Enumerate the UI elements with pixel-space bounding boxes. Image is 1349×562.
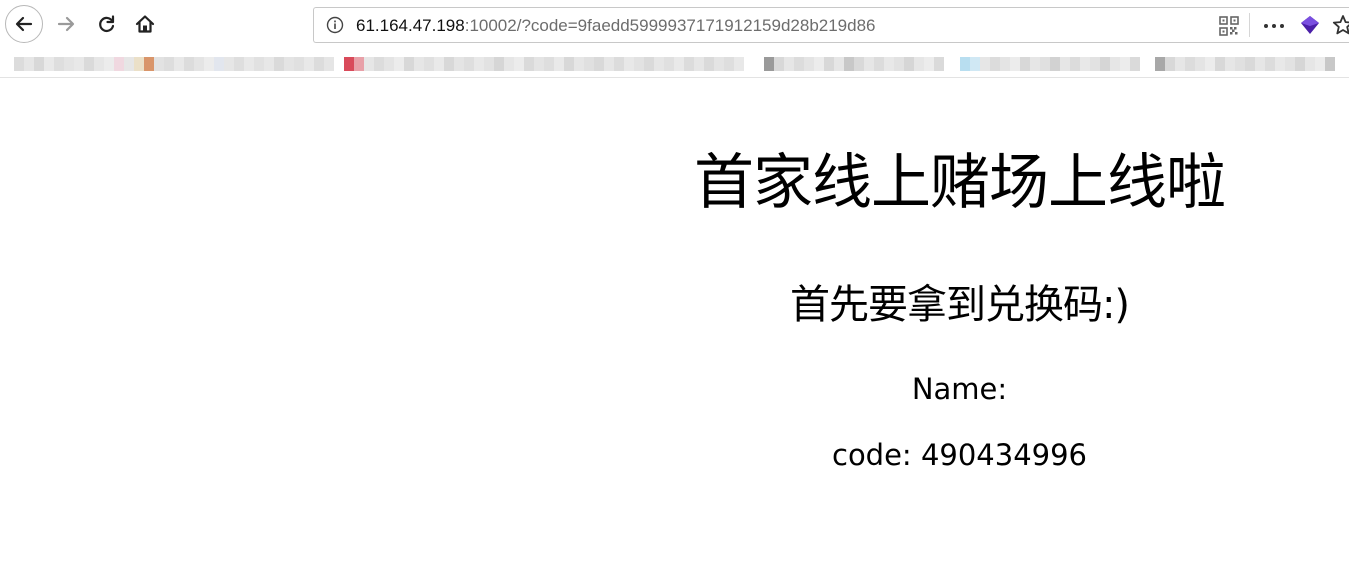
qr-code-icon[interactable] bbox=[1219, 16, 1239, 36]
extension-icon[interactable] bbox=[1299, 14, 1321, 36]
back-button[interactable] bbox=[5, 5, 43, 43]
url-host: 61.164.47.198 bbox=[356, 16, 465, 35]
page-title: 首家线上赌场上线啦 bbox=[694, 148, 1226, 218]
code-label: code: bbox=[832, 438, 912, 472]
browser-toolbar: 61.164.47.198:10002/?code=9faedd59999371… bbox=[0, 0, 1349, 48]
bookmark-item[interactable] bbox=[344, 57, 744, 71]
more-dots-icon[interactable] bbox=[1262, 16, 1286, 36]
code-value: 490434996 bbox=[920, 438, 1087, 472]
star-icon[interactable] bbox=[1332, 14, 1349, 36]
bookmarks-toolbar bbox=[0, 48, 1349, 78]
info-icon[interactable] bbox=[326, 16, 344, 34]
back-arrow-icon bbox=[15, 16, 33, 32]
url-path: :10002/?code=9faedd5999937171912159d28b2… bbox=[464, 16, 876, 35]
bookmark-item[interactable] bbox=[1155, 57, 1335, 71]
name-line: Name: bbox=[570, 371, 1349, 407]
url-bar-divider bbox=[1249, 13, 1250, 37]
bookmark-item[interactable] bbox=[764, 57, 944, 71]
bookmark-item[interactable] bbox=[960, 57, 1140, 71]
home-icon bbox=[135, 15, 155, 33]
bookmark-item[interactable] bbox=[14, 57, 334, 71]
code-line: code: 490434996 bbox=[570, 437, 1349, 473]
page-subtitle: 首先要拿到兑换码:) bbox=[789, 282, 1130, 328]
forward-button[interactable] bbox=[47, 5, 85, 43]
reload-icon bbox=[99, 15, 115, 32]
home-button[interactable] bbox=[126, 5, 164, 43]
page-content: 首家线上赌场上线啦 首先要拿到兑换码:) Name: code: 4904349… bbox=[0, 79, 1349, 562]
url-text[interactable]: 61.164.47.198:10002/?code=9faedd59999371… bbox=[356, 16, 876, 36]
forward-arrow-icon bbox=[57, 16, 75, 32]
reload-button[interactable] bbox=[88, 5, 126, 43]
url-bar[interactable]: 61.164.47.198:10002/?code=9faedd59999371… bbox=[313, 7, 1349, 43]
name-label: Name: bbox=[911, 372, 1008, 406]
